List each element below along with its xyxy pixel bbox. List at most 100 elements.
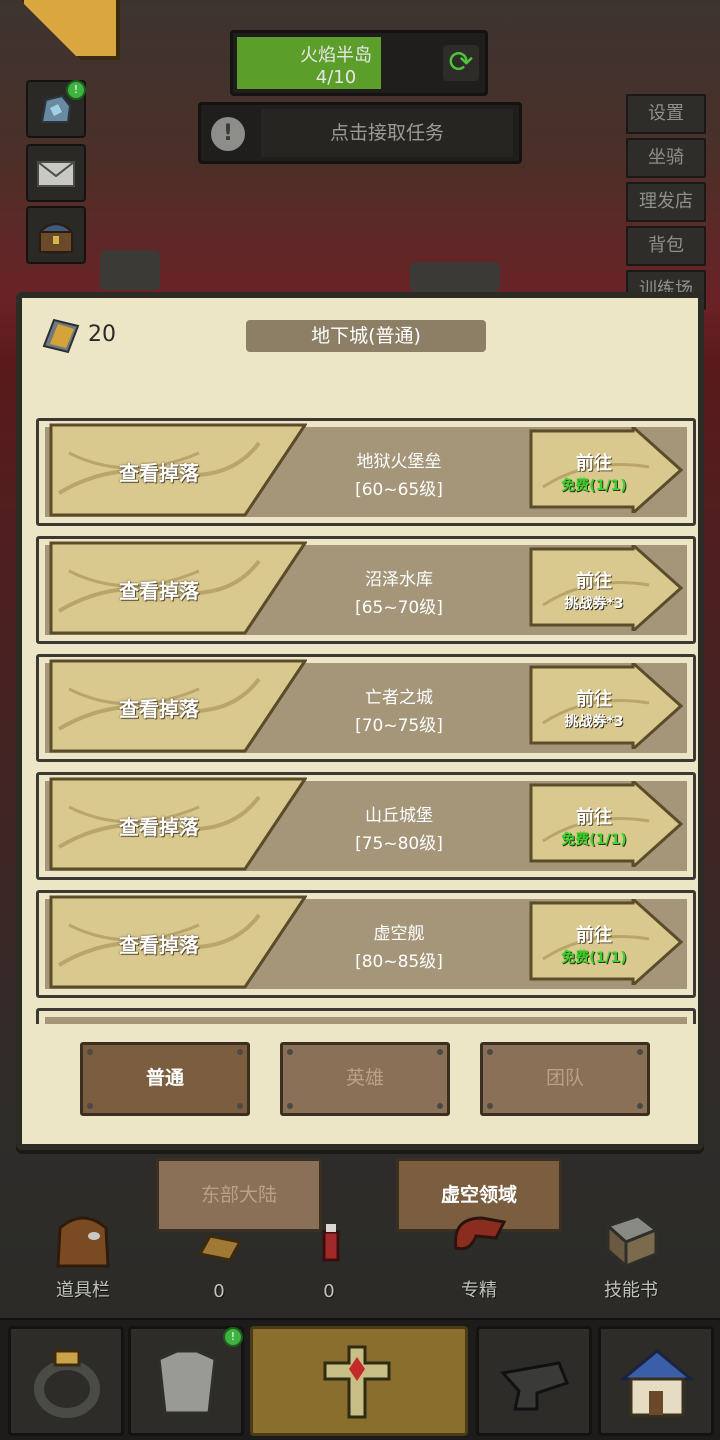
go-label: 前往 <box>576 807 612 828</box>
skillbook-icon <box>605 1214 659 1270</box>
specialization-button[interactable]: 专精 <box>424 1196 534 1306</box>
entry-cost: 免费(1/1) <box>561 478 627 494</box>
go-button[interactable]: 前往免费(1/1) <box>529 781 683 867</box>
go-label: 前往 <box>576 571 612 592</box>
entry-cost: 挑战券*3 <box>564 714 624 730</box>
go-button[interactable]: 前往挑战券*3 <box>529 545 683 631</box>
treasure-chest-icon <box>37 223 75 253</box>
scenery-rock <box>410 262 500 292</box>
refresh-icon[interactable]: ⟳ <box>443 45 479 81</box>
go-label: 前往 <box>576 689 612 710</box>
tab-label: 普通 <box>145 1067 184 1089</box>
dungeon-row-partial <box>36 1008 696 1024</box>
mail-button[interactable] <box>26 144 86 202</box>
notification-badge: ! <box>223 1327 243 1347</box>
material-count-a: 0 <box>213 1281 225 1302</box>
material-count-b: 0 <box>323 1281 335 1302</box>
tab-label: 英雄 <box>345 1067 384 1089</box>
bolt-decoration <box>87 1103 93 1109</box>
tab-normal[interactable]: 普通 <box>80 1042 250 1116</box>
book-material-icon <box>197 1234 243 1262</box>
tab-label: 团队 <box>545 1067 584 1089</box>
shop-house-icon <box>619 1349 695 1417</box>
menu-item-mount[interactable]: 坐骑 <box>626 138 706 178</box>
go-button[interactable]: 前往免费(1/1) <box>529 899 683 985</box>
dungeon-level-range: [60~65级] <box>355 480 443 500</box>
view-drops-button[interactable]: 查看掉落 <box>49 423 307 517</box>
armor-slot[interactable]: ! <box>128 1326 244 1436</box>
mail-icon <box>37 161 75 187</box>
dungeon-level-range: [75~80级] <box>355 834 443 854</box>
notification-badge: ! <box>66 80 86 100</box>
accept-task-bar[interactable]: ! 点击接取任务 <box>198 102 522 164</box>
skillbook-label: 技能书 <box>604 1280 658 1301</box>
menu-item-barber[interactable]: 理发店 <box>626 182 706 222</box>
items-bag-label: 道具栏 <box>56 1280 110 1301</box>
view-drops-button[interactable]: 查看掉落 <box>49 777 307 871</box>
bolt-decoration <box>437 1049 443 1055</box>
alert-icon: ! <box>211 117 245 151</box>
items-bag-button[interactable]: 道具栏 <box>28 1196 138 1306</box>
menu-item-settings[interactable]: 设置 <box>626 94 706 134</box>
dungeon-name: 亡者之城 <box>365 688 433 708</box>
bolt-decoration <box>237 1049 243 1055</box>
bolt-decoration <box>87 1049 93 1055</box>
go-button[interactable]: 前往 免费(1/1) <box>529 427 683 513</box>
bolt-decoration <box>437 1103 443 1109</box>
dungeon-name: 虚空舰 <box>373 924 425 944</box>
skillbook-button[interactable]: 技能书 <box>576 1196 686 1306</box>
challenge-ticket-icon <box>42 318 80 354</box>
bolt-decoration <box>487 1103 493 1109</box>
view-drops-button[interactable]: 查看掉落 <box>49 895 307 989</box>
dungeon-name: 沼泽水库 <box>365 570 433 590</box>
dungeon-name: 山丘城堡 <box>365 806 433 826</box>
task-prompt: 点击接取任务 <box>261 109 513 157</box>
go-label: 前往 <box>576 925 612 946</box>
dungeon-level-range: [80~85级] <box>355 952 443 972</box>
bottom-dock: ! <box>0 1318 720 1440</box>
dungeon-list[interactable]: 查看掉落 地狱火堡垒 [60~65级] 前往 免费(1/1) 查看掉落 沼泽水库 [65~70… <box>36 418 696 1024</box>
bolt-decoration <box>287 1103 293 1109</box>
material-slot-a[interactable]: 0 <box>164 1196 274 1306</box>
cheese-decoration <box>20 0 120 60</box>
altar-slot[interactable] <box>250 1326 468 1436</box>
tab-raid[interactable]: 团队 <box>480 1042 650 1116</box>
potion-icon <box>322 1224 340 1262</box>
dungeon-row: 查看掉落 山丘城堡 [75~80级] 前往免费(1/1) <box>36 772 696 880</box>
view-drops-label: 查看掉落 <box>119 579 199 603</box>
anvil-slot[interactable] <box>476 1326 592 1436</box>
entry-cost: 免费(1/1) <box>561 832 627 848</box>
panel-title: 地下城(普通) <box>246 320 486 352</box>
dungeon-row-body <box>45 1017 687 1024</box>
quest-zone-name: 火焰半岛 <box>300 45 372 66</box>
specialization-icon <box>454 1216 507 1251</box>
anvil-icon <box>500 1361 569 1411</box>
backpack-icon <box>56 1216 110 1268</box>
entry-cost: 挑战券*3 <box>564 596 624 612</box>
view-drops-button[interactable]: 查看掉落 <box>49 659 307 753</box>
dungeon-row: 查看掉落 沼泽水库 [65~70级] 前往 挑战券*3 <box>36 536 696 644</box>
tab-hero[interactable]: 英雄 <box>280 1042 450 1116</box>
ring-icon <box>34 1349 100 1418</box>
dungeon-row: 查看掉落 地狱火堡垒 [60~65级] 前往 免费(1/1) <box>36 418 696 526</box>
treasure-chest-button[interactable] <box>26 206 86 264</box>
dungeon-level-range: [70~75级] <box>355 716 443 736</box>
specialization-label: 专精 <box>461 1280 497 1301</box>
menu-item-bag[interactable]: 背包 <box>626 226 706 266</box>
quest-progress-count: 4/10 <box>315 67 357 88</box>
dungeon-row: 查看掉落 虚空舰 [80~85级] 前往免费(1/1) <box>36 890 696 998</box>
dungeon-row: 查看掉落 亡者之城 [70~75级] 前往挑战券*3 <box>36 654 696 762</box>
bolt-decoration <box>487 1049 493 1055</box>
dungeon-name: 地狱火堡垒 <box>356 452 442 472</box>
ring-slot[interactable] <box>8 1326 124 1436</box>
go-button[interactable]: 前往挑战券*3 <box>529 663 683 749</box>
ticket-count: 20 <box>88 322 116 347</box>
view-drops-button[interactable]: 查看掉落 <box>49 541 307 635</box>
bolt-decoration <box>637 1103 643 1109</box>
entry-cost: 免费(1/1) <box>561 950 627 966</box>
gem-stone-button[interactable]: ! <box>26 80 86 138</box>
material-slot-b[interactable]: 0 <box>274 1196 384 1306</box>
shop-slot[interactable] <box>598 1326 714 1436</box>
right-side-menu: 设置 坐骑 理发店 背包 训练场 <box>626 94 706 314</box>
quest-progress-bar[interactable]: 火焰半岛 4/10 ⟳ <box>230 30 488 96</box>
